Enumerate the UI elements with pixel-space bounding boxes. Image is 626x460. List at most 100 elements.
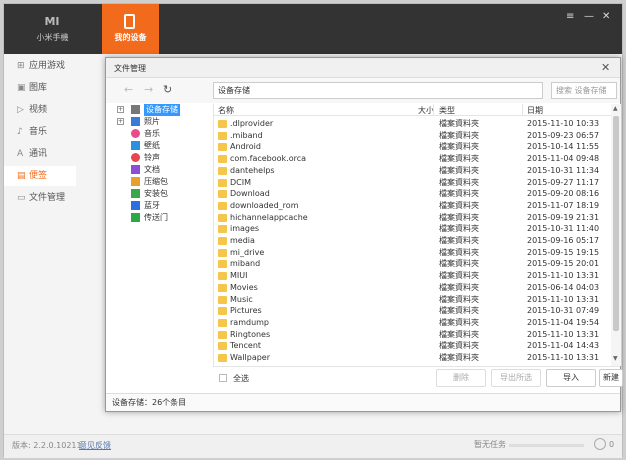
tab-my-device[interactable]: 我的设备 bbox=[102, 4, 159, 54]
sidebar-item-gallery[interactable]: ▣ 图库 bbox=[4, 78, 76, 98]
archive-icon bbox=[131, 177, 140, 186]
tree-item-label: 传送门 bbox=[144, 213, 168, 222]
menu-icon[interactable]: ≡ bbox=[566, 11, 574, 22]
file-row[interactable]: Ringtones 檔案資料夾 2015-11-10 13:31 bbox=[214, 329, 611, 341]
file-name: mi_drive bbox=[230, 247, 265, 257]
file-date: 2015-11-04 14:43 bbox=[527, 341, 600, 351]
file-list-header: 名称 大小 类型 日期 bbox=[214, 104, 611, 116]
export-selected-button[interactable]: 导出所选 bbox=[491, 369, 541, 387]
column-type[interactable]: 类型 bbox=[439, 105, 455, 116]
folder-icon bbox=[218, 260, 227, 269]
file-type: 檔案資料夾 bbox=[439, 142, 479, 152]
file-row[interactable]: hichannelappcache 檔案資料夾 2015-09-19 21:31 bbox=[214, 212, 611, 224]
select-all-checkbox[interactable] bbox=[219, 374, 227, 382]
sidebar-item-apps[interactable]: ⊞ 应用游戏 bbox=[4, 56, 76, 76]
minimize-icon[interactable]: — bbox=[584, 11, 594, 22]
brand-tab[interactable]: MI 小米手機 bbox=[4, 4, 101, 54]
action-bar: 全选 删除 导出所选 导入 新建文 bbox=[213, 366, 623, 388]
sidebar-item-files[interactable]: ▭ 文件管理 bbox=[4, 188, 76, 208]
apps-icon: ⊞ bbox=[17, 61, 25, 71]
sidebar-item-notes[interactable]: ▤ 便签 bbox=[4, 166, 76, 186]
file-row[interactable]: MIUI 檔案資料夾 2015-11-10 13:31 bbox=[214, 270, 611, 282]
file-name: Download bbox=[230, 189, 270, 199]
column-name[interactable]: 名称 bbox=[218, 105, 234, 116]
file-date: 2015-11-07 18:19 bbox=[527, 200, 600, 210]
dialog-close-icon[interactable]: ✕ bbox=[601, 61, 610, 74]
file-row[interactable]: .dlprovider 檔案資料夾 2015-11-10 10:33 bbox=[214, 118, 611, 130]
new-folder-button[interactable]: 新建文 bbox=[599, 369, 623, 387]
path-field[interactable]: 设备存储 bbox=[213, 82, 543, 99]
scroll-thumb[interactable] bbox=[613, 116, 619, 331]
file-row[interactable]: Download 檔案資料夾 2015-09-20 08:16 bbox=[214, 188, 611, 200]
file-type: 檔案資料夾 bbox=[439, 341, 479, 351]
file-name: hichannelappcache bbox=[230, 212, 308, 222]
search-input[interactable]: 搜索 设备存储 bbox=[551, 82, 617, 99]
import-button[interactable]: 导入 bbox=[546, 369, 596, 387]
vertical-scrollbar[interactable]: ▲ ▼ bbox=[611, 104, 621, 366]
wallpaper-icon bbox=[131, 141, 140, 150]
expand-icon[interactable]: + bbox=[117, 118, 124, 125]
feedback-link[interactable]: 意见反馈 bbox=[79, 440, 111, 451]
back-arrow-icon[interactable]: ← bbox=[124, 83, 133, 96]
tree-item-label: 照片 bbox=[144, 117, 160, 126]
file-row[interactable]: .miband 檔案資料夾 2015-09-23 06:57 bbox=[214, 130, 611, 142]
music-icon bbox=[131, 129, 140, 138]
file-date: 2015-09-20 08:16 bbox=[527, 189, 600, 199]
folder-icon bbox=[218, 201, 227, 210]
file-date: 2015-10-31 11:40 bbox=[527, 224, 600, 234]
file-name: Tencent bbox=[230, 341, 262, 351]
close-icon[interactable]: ✕ bbox=[602, 11, 610, 22]
file-row[interactable]: Android 檔案資料夾 2015-10-14 11:55 bbox=[214, 141, 611, 153]
file-row[interactable]: Wallpaper 檔案資料夾 2015-11-10 13:31 bbox=[214, 352, 611, 364]
folder-icon bbox=[218, 190, 227, 199]
folder-icon bbox=[218, 342, 227, 351]
file-row[interactable]: mi_drive 檔案資料夾 2015-09-15 19:15 bbox=[214, 247, 611, 259]
folder-icon bbox=[218, 143, 227, 152]
file-date: 2015-11-10 13:31 bbox=[527, 271, 600, 281]
scroll-down-icon[interactable]: ▼ bbox=[613, 355, 618, 362]
column-size[interactable]: 大小 bbox=[418, 105, 434, 116]
file-row[interactable]: com.facebook.orca 檔案資料夾 2015-11-04 09:48 bbox=[214, 153, 611, 165]
file-type: 檔案資料夾 bbox=[439, 119, 479, 128]
file-row[interactable]: downloaded_rom 檔案資料夾 2015-11-07 18:19 bbox=[214, 200, 611, 212]
file-name: .miband bbox=[230, 130, 263, 140]
sidebar-item-label: 便签 bbox=[29, 171, 48, 181]
file-row[interactable]: media 檔案資料夾 2015-09-16 05:17 bbox=[214, 235, 611, 247]
file-row[interactable]: miband 檔案資料夾 2015-09-15 20:01 bbox=[214, 258, 611, 270]
file-row[interactable]: Pictures 檔案資料夾 2015-10-31 07:49 bbox=[214, 305, 611, 317]
sidebar-item-music[interactable]: ♪ 音乐 bbox=[4, 122, 76, 142]
expand-icon[interactable]: + bbox=[117, 106, 124, 113]
folder-tree: + 设备存储 + 照片 音乐 壁纸 铃声 文档 压缩包 安装包 蓝牙 传送门 bbox=[112, 104, 212, 389]
file-type: 檔案資料夾 bbox=[439, 294, 479, 304]
file-row[interactable]: dantehelps 檔案資料夾 2015-10-31 11:34 bbox=[214, 165, 611, 177]
download-icon[interactable] bbox=[594, 438, 606, 450]
column-date[interactable]: 日期 bbox=[527, 105, 543, 116]
folder-icon bbox=[218, 120, 227, 128]
file-name: MIUI bbox=[230, 271, 248, 281]
sidebar-item-label: 通讯 bbox=[29, 149, 48, 159]
folder-icon bbox=[218, 155, 227, 164]
file-row[interactable]: ramdump 檔案資料夾 2015-11-04 19:54 bbox=[214, 317, 611, 329]
file-row[interactable]: Music 檔案資料夾 2015-11-10 13:31 bbox=[214, 294, 611, 306]
tree-item-label: 壁纸 bbox=[144, 141, 160, 150]
file-date: 2015-09-19 21:31 bbox=[527, 212, 600, 222]
scroll-up-icon[interactable]: ▲ bbox=[613, 105, 618, 112]
document-icon bbox=[131, 165, 140, 174]
forward-arrow-icon[interactable]: → bbox=[144, 83, 153, 96]
file-date: 2015-09-16 05:17 bbox=[527, 236, 600, 245]
file-row[interactable]: Movies 檔案資料夾 2015-06-14 04:03 bbox=[214, 282, 611, 294]
folder-icon bbox=[218, 248, 227, 257]
folder-icon: ▭ bbox=[17, 193, 26, 203]
refresh-icon[interactable]: ↻ bbox=[163, 83, 172, 96]
file-type: 檔案資料夾 bbox=[439, 247, 479, 257]
file-row[interactable]: DCIM 檔案資料夾 2015-09-27 11:17 bbox=[214, 177, 611, 189]
tree-item-label: 蓝牙 bbox=[144, 201, 160, 210]
sidebar-item-contacts[interactable]: A 通讯 bbox=[4, 144, 76, 164]
file-row[interactable]: images 檔案資料夾 2015-10-31 11:40 bbox=[214, 223, 611, 235]
file-row[interactable]: Tencent 檔案資料夾 2015-11-04 14:43 bbox=[214, 340, 611, 352]
file-date: 2015-09-15 19:15 bbox=[527, 247, 600, 257]
file-date: 2015-09-27 11:17 bbox=[527, 177, 600, 187]
file-type: 檔案資料夾 bbox=[439, 329, 479, 339]
sidebar-item-video[interactable]: ▷ 视频 bbox=[4, 100, 76, 120]
delete-button[interactable]: 删除 bbox=[436, 369, 486, 387]
